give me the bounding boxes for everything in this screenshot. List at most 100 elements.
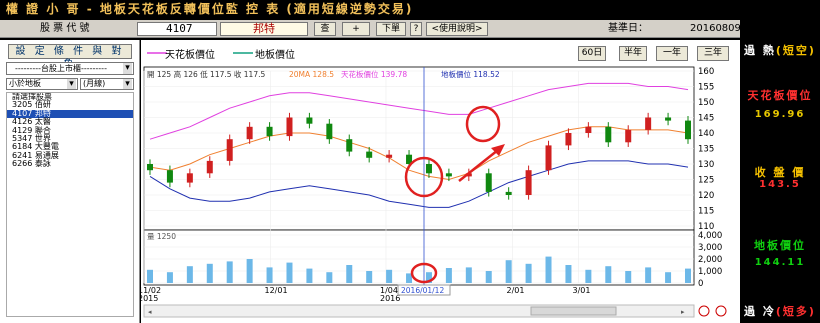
volume-bar xyxy=(545,256,552,283)
period-3y-button[interactable]: 三年 xyxy=(697,46,729,61)
stock-list[interactable]: 請選擇股票 3205 佰研 4107 邦特 4126 太醫 4129 聯合 5347 世界… xyxy=(6,92,134,317)
candle-body xyxy=(147,164,153,171)
candle-body xyxy=(685,120,691,140)
candle-body xyxy=(525,170,532,195)
close-price-value: 143.5 xyxy=(759,179,801,190)
candle-body xyxy=(306,117,313,124)
right-panel: 過 熱(短空) 天花板價位 169.96 收 盤 價 143.5 地板價位 14… xyxy=(740,40,820,323)
base-date-label: 基準日： xyxy=(608,23,648,34)
zoom-in-icon[interactable] xyxy=(715,305,727,317)
close-price-label: 收 盤 價 xyxy=(754,166,806,179)
help-question-button[interactable]: ? xyxy=(410,22,422,36)
chart-area: 天花板價位 地板價位 60日 半年 一年 三年 開 125 高 126 低 11… xyxy=(141,40,740,323)
toolbar: 股 票 代 號 4107 邦特 查 + 下單 ? <使用說明> 基準日： 201… xyxy=(0,20,741,38)
overheat-text: 過 熱 xyxy=(744,44,776,57)
volume-bar xyxy=(585,269,592,283)
price-tick-label: 125 xyxy=(698,176,714,186)
ceiling-info: 天花板價位 139.78 xyxy=(341,69,407,79)
volume-bar xyxy=(665,272,672,283)
candle-body xyxy=(186,173,193,183)
candle-body xyxy=(346,139,353,152)
volume-bar xyxy=(505,260,512,283)
floor-price-label: 地板價位 xyxy=(754,239,806,252)
period-60d-button[interactable]: 60日 xyxy=(578,46,606,61)
volume-bar xyxy=(186,266,193,283)
candle-body xyxy=(645,117,652,130)
volume-bar xyxy=(605,266,612,283)
candle-body xyxy=(326,123,333,140)
left-panel: 設 定 條 件 與 對 象 ---------台股上市櫃--------- 小於… xyxy=(0,40,140,323)
volume-bar xyxy=(485,271,492,283)
volume-bar xyxy=(565,265,572,283)
period-1y-button[interactable]: 一年 xyxy=(656,46,688,61)
stock-list-item[interactable]: 6266 泰詠 xyxy=(7,159,133,168)
x-tick-year: 2015 xyxy=(141,294,158,303)
candle-body xyxy=(266,126,273,137)
floor-legend-label: 地板價位 xyxy=(255,50,295,61)
price-tick-label: 135 xyxy=(698,145,714,155)
volume-tick-label: 4,000 xyxy=(698,231,722,241)
period-select[interactable]: (月線) xyxy=(80,78,134,90)
price-tick-label: 155 xyxy=(698,83,714,93)
stock-code-input[interactable]: 4107 xyxy=(137,22,217,36)
x-tick-label: 12/01 xyxy=(265,286,288,295)
volume-bar xyxy=(625,271,632,283)
group-select[interactable]: 小於地板 xyxy=(6,78,78,90)
price-tick-label: 130 xyxy=(698,160,714,170)
volume-bar xyxy=(147,269,153,283)
price-tick-label: 120 xyxy=(698,191,714,201)
volume-bar xyxy=(366,271,373,283)
period-select-value: (月線) xyxy=(83,79,106,88)
ceiling-price-value: 169.96 xyxy=(754,109,806,120)
app-title: 權 證 小 哥 - 地板天花板反轉價位監 控 表 (適用短線逆勢交易) xyxy=(0,0,820,18)
stock-name-field: 邦特 xyxy=(220,22,308,36)
ceiling-legend-label: 天花板價位 xyxy=(165,50,215,61)
volume-bar xyxy=(445,268,452,283)
order-button[interactable]: 下單 xyxy=(376,22,406,36)
candle-body xyxy=(505,191,512,195)
add-button[interactable]: + xyxy=(342,22,370,36)
volume-tick-label: 1,000 xyxy=(698,267,722,277)
volume-tick-label: 3,000 xyxy=(698,243,722,253)
period-halfyear-button[interactable]: 半年 xyxy=(619,46,647,61)
candle-body xyxy=(445,173,452,177)
candlestick-chart[interactable]: 開 125 高 126 低 117.5 收 117.5 20MA 128.5 天… xyxy=(141,63,740,323)
ma-info: 20MA 128.5 xyxy=(289,70,334,79)
candle-body xyxy=(386,154,393,158)
volume-bar xyxy=(286,262,293,283)
volume-bar xyxy=(685,268,691,283)
volume-bar xyxy=(306,268,313,283)
price-tick-label: 160 xyxy=(698,67,714,77)
volume-info: 量 1250 xyxy=(147,232,176,241)
overcold-text: 過 冷 xyxy=(744,305,776,318)
zoom-out-icon[interactable] xyxy=(698,305,710,317)
candle-body xyxy=(585,126,592,133)
ohlc-info: 開 125 高 126 低 117.5 收 117.5 xyxy=(147,69,265,79)
candle-body xyxy=(286,117,293,137)
help-button[interactable]: <使用說明> xyxy=(426,22,488,36)
volume-bar xyxy=(226,261,233,283)
candle-body xyxy=(425,164,432,174)
candle-body xyxy=(226,139,233,161)
overcold-label: 過 冷(短多) xyxy=(740,303,820,319)
scroll-left-icon[interactable]: ◂ xyxy=(148,308,152,316)
volume-plot-frame xyxy=(143,229,695,286)
overheat-label: 過 熱(短空) xyxy=(740,42,820,58)
search-button[interactable]: 查 xyxy=(314,22,336,36)
market-select[interactable]: ---------台股上市櫃--------- xyxy=(6,62,134,75)
candle-body xyxy=(545,145,552,171)
price-tick-label: 140 xyxy=(698,129,714,139)
candle-body xyxy=(665,117,672,121)
scrollbar-thumb[interactable] xyxy=(530,306,617,316)
candle-body xyxy=(605,126,612,143)
volume-bar xyxy=(206,263,213,283)
ceiling-price-label: 天花板價位 xyxy=(747,89,813,102)
candle-body xyxy=(246,126,253,140)
price-tick-label: 145 xyxy=(698,114,714,124)
volume-bar xyxy=(266,267,273,283)
x-tick-label: 3/01 xyxy=(573,286,591,295)
set-conditions-button[interactable]: 設 定 條 件 與 對 象 xyxy=(8,44,132,70)
market-select-value: ---------台股上市櫃--------- xyxy=(15,64,107,73)
scroll-right-icon[interactable]: ▸ xyxy=(681,308,685,316)
floor-info: 地板價位 118.52 xyxy=(441,69,500,79)
